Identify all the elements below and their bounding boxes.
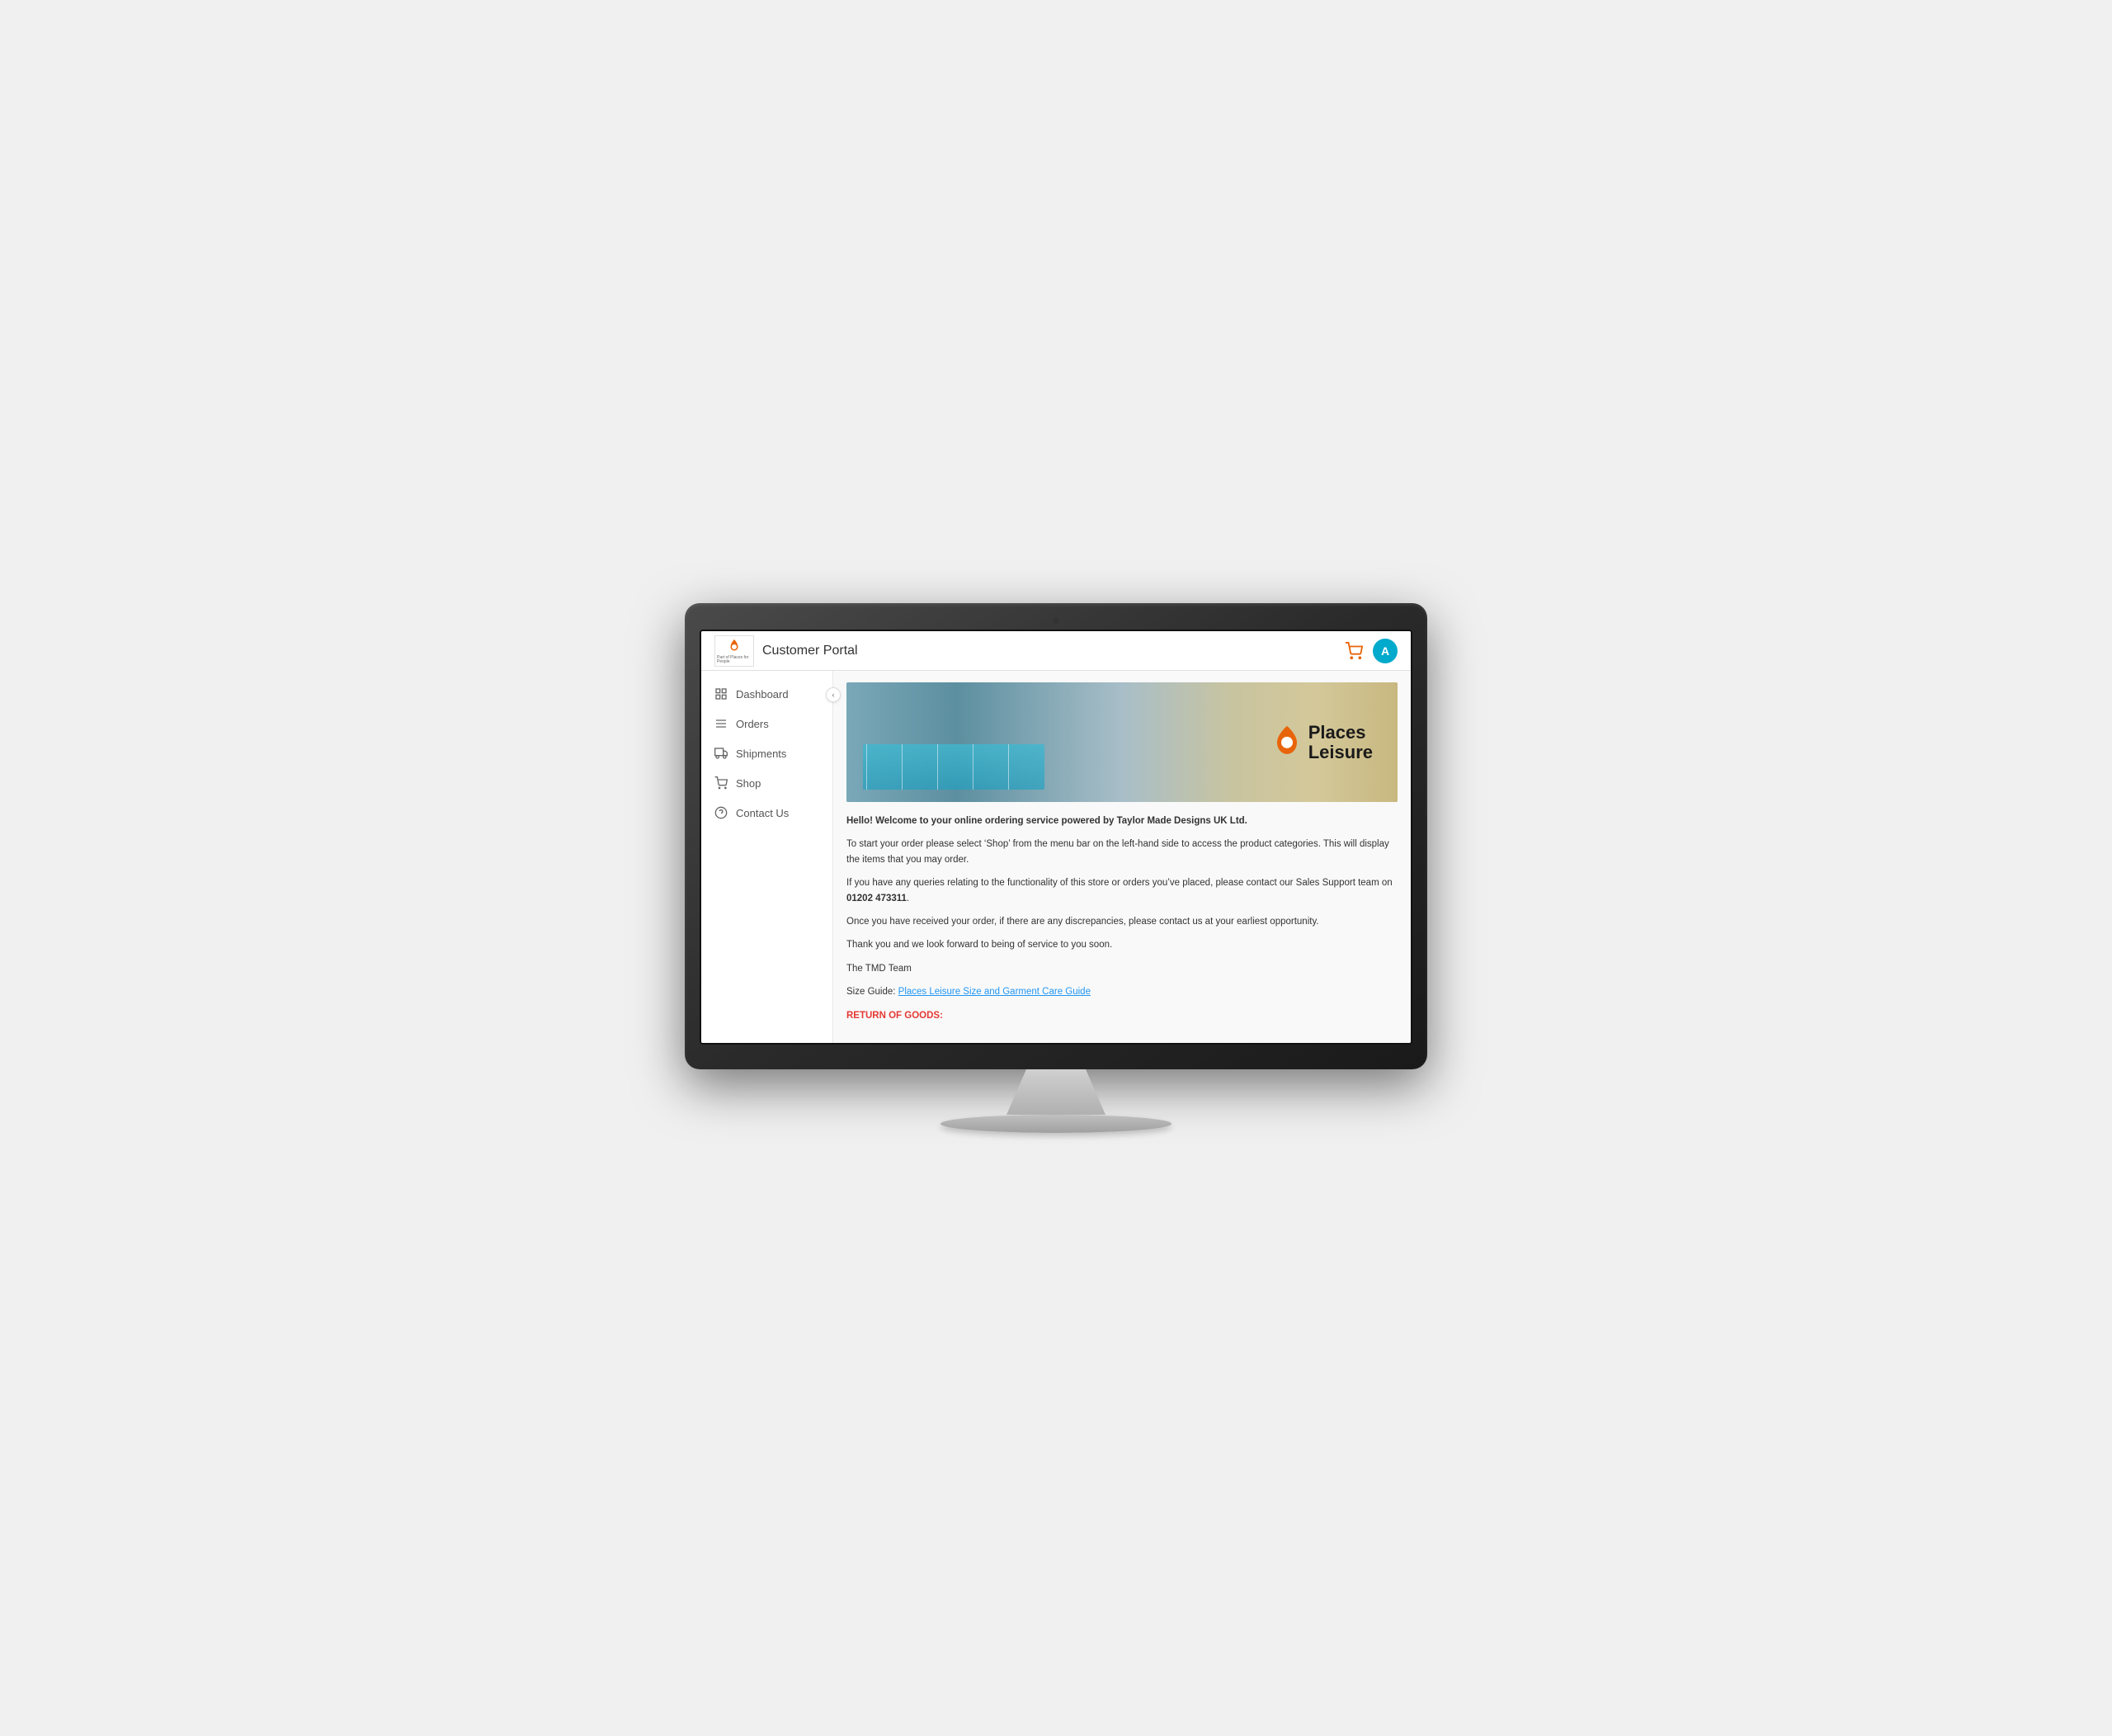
cart-nav-icon bbox=[714, 776, 728, 790]
welcome-heading: Hello! Welcome to your online ordering s… bbox=[846, 816, 1247, 826]
hero-places-logo-icon bbox=[1272, 724, 1302, 761]
sidebar-item-contact[interactable]: Contact Us bbox=[701, 798, 832, 828]
para-shop-instructions: To start your order please select ‘Shop’… bbox=[846, 837, 1398, 867]
monitor-stand-base bbox=[940, 1115, 1172, 1133]
size-guide-prefix: Size Guide: bbox=[846, 987, 898, 997]
monitor-camera bbox=[1053, 618, 1059, 625]
size-guide-line: Size Guide: Places Leisure Size and Garm… bbox=[846, 984, 1398, 999]
logo-subtext: Part of Places for People bbox=[717, 656, 752, 664]
size-guide-link[interactable]: Places Leisure Size and Garment Care Gui… bbox=[898, 987, 1091, 997]
para-discrepancies: Once you have received your order, if th… bbox=[846, 914, 1398, 929]
list-icon bbox=[714, 717, 728, 730]
sidebar-item-dashboard[interactable]: Dashboard bbox=[701, 679, 832, 709]
header-title: Customer Portal bbox=[762, 644, 858, 658]
sign-off: The TMD Team bbox=[846, 961, 1398, 976]
content-area: Places Leisure Hello! Welcome to your on… bbox=[833, 671, 1411, 1043]
sidebar: ‹ Dashboard bbox=[701, 671, 833, 1043]
sidebar-label-contact: Contact Us bbox=[736, 807, 789, 819]
logo-box: Part of Places for People bbox=[714, 635, 754, 667]
monitor-stand-neck bbox=[1006, 1069, 1106, 1115]
header-right: A bbox=[1345, 639, 1398, 663]
sidebar-label-orders: Orders bbox=[736, 718, 769, 730]
hero-places-logo-text: Places Leisure bbox=[1308, 722, 1373, 762]
app-header: Part of Places for People Customer Porta… bbox=[701, 631, 1411, 671]
sidebar-label-dashboard: Dashboard bbox=[736, 688, 789, 701]
header-left: Part of Places for People Customer Porta… bbox=[714, 635, 858, 667]
hero-logo-overlay: Places Leisure bbox=[1272, 722, 1373, 762]
sidebar-item-shipments[interactable]: Shipments bbox=[701, 738, 832, 768]
cart-button[interactable] bbox=[1345, 642, 1363, 660]
places-leisure-logo-icon bbox=[727, 638, 742, 656]
cart-icon bbox=[1345, 642, 1363, 660]
main-layout: ‹ Dashboard bbox=[701, 671, 1411, 1043]
chevron-left-icon: ‹ bbox=[832, 691, 835, 699]
content-body: Hello! Welcome to your online ordering s… bbox=[846, 814, 1398, 1023]
monitor-bezel: Part of Places for People Customer Porta… bbox=[685, 603, 1427, 1069]
sidebar-item-orders[interactable]: Orders bbox=[701, 709, 832, 738]
monitor-screen: Part of Places for People Customer Porta… bbox=[700, 630, 1412, 1045]
para-contact-info: If you have any queries relating to the … bbox=[846, 875, 1398, 906]
user-avatar[interactable]: A bbox=[1373, 639, 1398, 663]
sidebar-item-shop[interactable]: Shop bbox=[701, 768, 832, 798]
sidebar-label-shop: Shop bbox=[736, 777, 761, 790]
help-icon bbox=[714, 806, 728, 819]
app-container: Part of Places for People Customer Porta… bbox=[701, 631, 1411, 1043]
sidebar-toggle-button[interactable]: ‹ bbox=[826, 687, 841, 702]
dashboard-icon bbox=[714, 687, 728, 701]
para-thank-you: Thank you and we look forward to being o… bbox=[846, 937, 1398, 952]
truck-icon bbox=[714, 747, 728, 760]
sidebar-label-shipments: Shipments bbox=[736, 748, 786, 760]
return-goods-label: RETURN OF GOODS: bbox=[846, 1008, 1398, 1023]
hero-banner: Places Leisure bbox=[846, 682, 1398, 802]
